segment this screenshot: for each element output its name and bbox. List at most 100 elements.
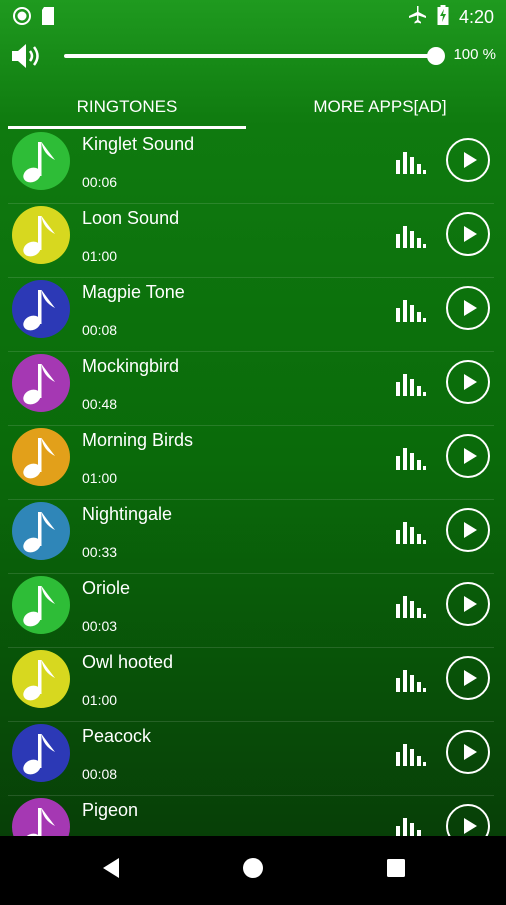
play-button[interactable] [446,730,490,774]
volume-bar: 100 % [0,32,506,80]
ringtone-title: Mockingbird [82,356,180,376]
equalizer-icon[interactable] [396,668,426,692]
play-button[interactable] [446,582,490,626]
speaker-icon[interactable] [10,40,46,72]
equalizer-icon[interactable] [396,224,426,248]
ringtone-title: Peacock [82,726,152,746]
status-bar: 4:20 [0,0,506,32]
play-icon [464,818,477,834]
tab-more-apps[interactable]: MORE APPS[AD] [254,84,506,130]
ringtone-avatar [12,132,70,190]
play-button[interactable] [446,434,490,478]
ringtone-avatar [12,650,70,708]
list-item[interactable]: Mockingbird 00:48 [0,352,506,426]
music-note-icon [23,660,55,701]
list-item[interactable]: Peacock 00:08 [0,722,506,796]
ringtone-duration: 00:33 [82,544,118,560]
music-note-icon [23,586,55,627]
ringtone-duration: 00:03 [82,618,118,634]
play-button[interactable] [446,286,490,330]
list-item[interactable]: Magpie Tone 00:08 [0,278,506,352]
tab-bar: RINGTONES MORE APPS[AD] [0,84,506,130]
ringtone-title: Kinglet Sound [82,134,195,154]
ringtone-title: Nightingale [82,504,173,524]
equalizer-icon[interactable] [396,816,426,836]
record-circle-icon [12,6,32,31]
music-note-icon [23,216,55,257]
play-button[interactable] [446,138,490,182]
play-icon [464,226,477,242]
equalizer-icon[interactable] [396,742,426,766]
play-button[interactable] [446,360,490,404]
music-note-icon [23,142,55,183]
home-icon[interactable] [213,836,293,900]
ringtone-avatar [12,354,70,412]
ringtone-list[interactable]: Kinglet Sound 00:06 Loon Sound 01:00 Mag… [0,130,506,836]
ringtone-avatar [12,206,70,264]
tab-more-apps-label: MORE APPS[AD] [313,97,447,116]
equalizer-icon[interactable] [396,594,426,618]
list-item[interactable]: Nightingale 00:33 [0,500,506,574]
ringtone-avatar [12,280,70,338]
play-icon [464,522,477,538]
ringtone-avatar [12,428,70,486]
ringtone-duration: 01:00 [82,692,118,708]
volume-slider[interactable] [64,54,436,58]
list-item[interactable]: Loon Sound 01:00 [0,204,506,278]
ringtone-avatar [12,724,70,782]
equalizer-icon[interactable] [396,520,426,544]
ringtone-title: Pigeon [82,800,139,820]
recents-icon[interactable] [356,836,436,900]
tab-ringtones[interactable]: RINGTONES [8,84,246,130]
ringtone-duration: 00:08 [82,322,118,338]
ringtone-title: Loon Sound [82,208,180,228]
ringtone-avatar [12,502,70,560]
ringtone-title: Oriole [82,578,131,598]
play-button[interactable] [446,804,490,836]
equalizer-icon[interactable] [396,150,426,174]
ringtone-title: Morning Birds [82,430,194,450]
play-button[interactable] [446,656,490,700]
music-note-icon [23,734,55,775]
play-button[interactable] [446,212,490,256]
list-item[interactable]: Kinglet Sound 00:06 [0,130,506,204]
list-item[interactable]: Pigeon [0,796,506,836]
music-note-icon [23,364,55,405]
volume-slider-thumb[interactable] [427,47,445,65]
play-icon [464,596,477,612]
battery-charging-icon [437,5,449,30]
equalizer-icon[interactable] [396,298,426,322]
ringtone-duration: 01:00 [82,248,118,264]
play-icon [464,670,477,686]
play-button[interactable] [446,508,490,552]
music-note-icon [23,512,55,553]
music-note-icon [23,290,55,331]
ringtone-title: Owl hooted [82,652,174,672]
ringtone-avatar [12,576,70,634]
airplane-mode-icon [407,5,427,30]
play-icon [464,300,477,316]
ringtone-avatar [12,798,70,836]
ringtone-duration: 00:08 [82,766,118,782]
sd-card-icon [40,6,56,31]
equalizer-icon[interactable] [396,446,426,470]
status-time: 4:20 [458,7,494,27]
tab-ringtones-label: RINGTONES [76,97,178,116]
play-icon [464,152,477,168]
list-item[interactable]: Oriole 00:03 [0,574,506,648]
play-icon [464,448,477,464]
ringtone-title: Magpie Tone [82,282,185,302]
ringtone-duration: 01:00 [82,470,118,486]
list-item[interactable]: Morning Birds 01:00 [0,426,506,500]
list-item[interactable]: Owl hooted 01:00 [0,648,506,722]
ringtone-duration: 00:06 [82,174,118,190]
equalizer-icon[interactable] [396,372,426,396]
back-icon[interactable] [72,836,152,900]
play-icon [464,744,477,760]
app-screen: 4:20 100 % RINGTONES MORE APPS[AD] Kingl… [0,0,506,836]
music-note-icon [23,808,55,836]
navigation-bar [0,836,506,900]
tab-indicator [8,126,246,129]
ringtone-duration: 00:48 [82,396,118,412]
music-note-icon [23,438,55,479]
